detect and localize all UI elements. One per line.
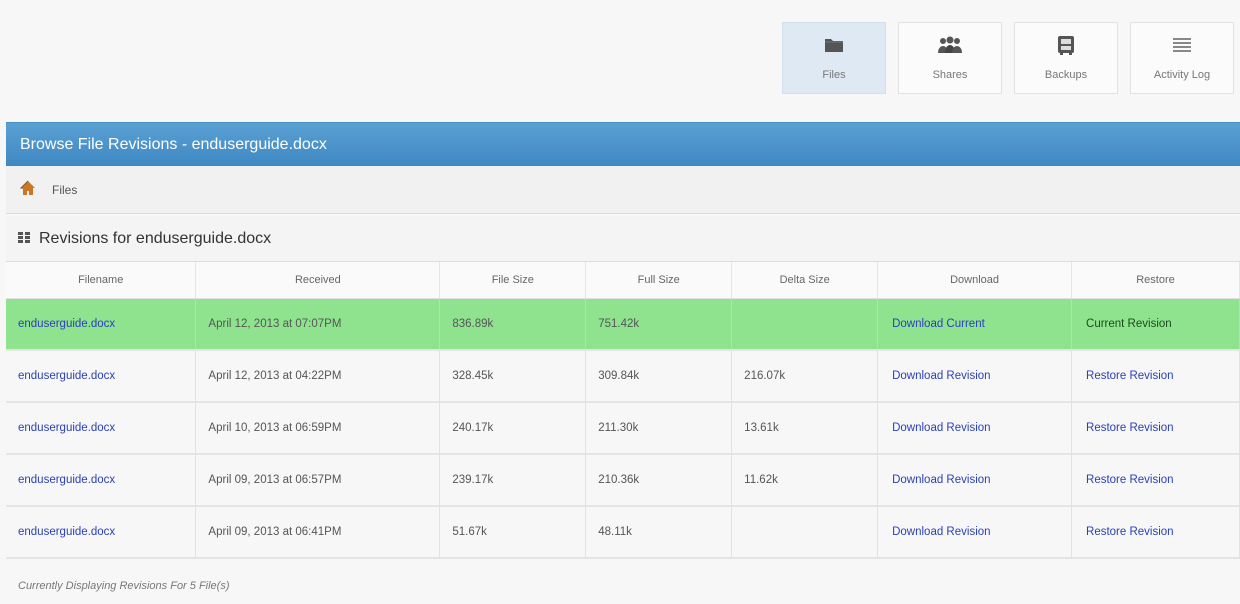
revisions-table: Filename Received File Size Full Size De… (6, 262, 1240, 559)
col-header-full-size: Full Size (585, 262, 733, 299)
download-cell[interactable]: Download Revision (877, 402, 1073, 455)
revisions-title-text: Revisions for enduserguide.docx (39, 229, 272, 247)
restore-cell[interactable]: Restore Revision (1071, 402, 1240, 455)
col-header-received: Received (195, 262, 441, 299)
table-row: enduserguide.docx April 10, 2013 at 06:5… (6, 402, 1240, 455)
file-size-cell: 836.89k (439, 298, 587, 351)
download-current-link[interactable]: Download Current (892, 318, 985, 330)
filename-cell[interactable]: enduserguide.docx (6, 402, 197, 455)
file-size-cell: 240.17k (439, 402, 587, 455)
filename-cell[interactable]: enduserguide.docx (6, 298, 197, 351)
list-icon (1169, 33, 1195, 57)
nav-files-button[interactable]: Files (782, 22, 886, 94)
nav-files-label: Files (822, 69, 846, 81)
received-cell: April 10, 2013 at 06:59PM (195, 402, 441, 455)
download-cell[interactable]: Download Revision (877, 454, 1073, 507)
download-revision-link[interactable]: Download Revision (892, 422, 990, 434)
download-revision-link[interactable]: Download Revision (892, 526, 990, 538)
nav-backups-label: Backups (1044, 69, 1088, 81)
folder-icon (821, 33, 847, 57)
users-icon (937, 33, 963, 57)
col-header-restore: Restore (1071, 262, 1240, 299)
filename-cell[interactable]: enduserguide.docx (6, 454, 197, 507)
delta-size-cell: 13.61k (731, 402, 879, 455)
nav-shares-label: Shares (932, 69, 968, 81)
filename-link[interactable]: enduserguide.docx (18, 370, 115, 382)
table-header-row: Filename Received File Size Full Size De… (6, 262, 1240, 299)
full-size-cell: 751.42k (585, 298, 733, 351)
restore-cell[interactable]: Restore Revision (1071, 350, 1240, 403)
restore-revision-link[interactable]: Restore Revision (1086, 474, 1174, 486)
breadcrumb-files-link[interactable]: Files (52, 183, 77, 197)
full-size-cell: 48.11k (585, 506, 733, 559)
table-row: enduserguide.docx April 09, 2013 at 06:5… (6, 454, 1240, 507)
safe-icon (1053, 33, 1079, 57)
table-row: enduserguide.docx April 09, 2013 at 06:4… (6, 506, 1240, 559)
table-row: enduserguide.docx April 12, 2013 at 07:0… (6, 298, 1240, 351)
current-revision-label: Current Revision (1071, 298, 1240, 351)
filename-cell[interactable]: enduserguide.docx (6, 506, 197, 559)
col-header-delta-size: Delta Size (731, 262, 879, 299)
breadcrumb: Files (6, 166, 1240, 214)
download-cell[interactable]: Download Revision (877, 506, 1073, 559)
filename-link[interactable]: enduserguide.docx (18, 422, 115, 434)
download-cell[interactable]: Download Current (877, 298, 1073, 351)
received-cell: April 09, 2013 at 06:57PM (195, 454, 441, 507)
filename-link[interactable]: enduserguide.docx (18, 318, 115, 330)
restore-cell[interactable]: Restore Revision (1071, 506, 1240, 559)
nav-shares-button[interactable]: Shares (898, 22, 1002, 94)
received-cell: April 09, 2013 at 06:41PM (195, 506, 441, 559)
full-size-cell: 210.36k (585, 454, 733, 507)
home-icon[interactable] (19, 180, 36, 199)
delta-size-cell (731, 506, 879, 559)
restore-revision-link[interactable]: Restore Revision (1086, 422, 1174, 434)
top-nav: Files Shares Backups Activity Log (782, 22, 1234, 94)
col-header-download: Download (877, 262, 1073, 299)
revision-count-footer: Currently Displaying Revisions For 5 Fil… (18, 580, 230, 592)
page-title: Browse File Revisions - enduserguide.doc… (6, 122, 1240, 166)
delta-size-cell: 216.07k (731, 350, 879, 403)
grid-icon (18, 230, 30, 248)
full-size-cell: 211.30k (585, 402, 733, 455)
restore-revision-link[interactable]: Restore Revision (1086, 526, 1174, 538)
delta-size-cell: 11.62k (731, 454, 879, 507)
restore-cell[interactable]: Restore Revision (1071, 454, 1240, 507)
revisions-panel-title: Revisions for enduserguide.docx (6, 216, 1240, 262)
filename-cell[interactable]: enduserguide.docx (6, 350, 197, 403)
filename-link[interactable]: enduserguide.docx (18, 474, 115, 486)
download-revision-link[interactable]: Download Revision (892, 370, 990, 382)
received-cell: April 12, 2013 at 07:07PM (195, 298, 441, 351)
filename-link[interactable]: enduserguide.docx (18, 526, 115, 538)
col-header-filename: Filename (6, 262, 197, 299)
received-cell: April 12, 2013 at 04:22PM (195, 350, 441, 403)
file-size-cell: 239.17k (439, 454, 587, 507)
nav-activity-log-label: Activity Log (1153, 69, 1211, 81)
delta-size-cell (731, 298, 879, 351)
download-revision-link[interactable]: Download Revision (892, 474, 990, 486)
col-header-file-size: File Size (439, 262, 587, 299)
nav-activity-log-button[interactable]: Activity Log (1130, 22, 1234, 94)
restore-revision-link[interactable]: Restore Revision (1086, 370, 1174, 382)
table-row: enduserguide.docx April 12, 2013 at 04:2… (6, 350, 1240, 403)
full-size-cell: 309.84k (585, 350, 733, 403)
nav-backups-button[interactable]: Backups (1014, 22, 1118, 94)
file-size-cell: 328.45k (439, 350, 587, 403)
file-size-cell: 51.67k (439, 506, 587, 559)
download-cell[interactable]: Download Revision (877, 350, 1073, 403)
